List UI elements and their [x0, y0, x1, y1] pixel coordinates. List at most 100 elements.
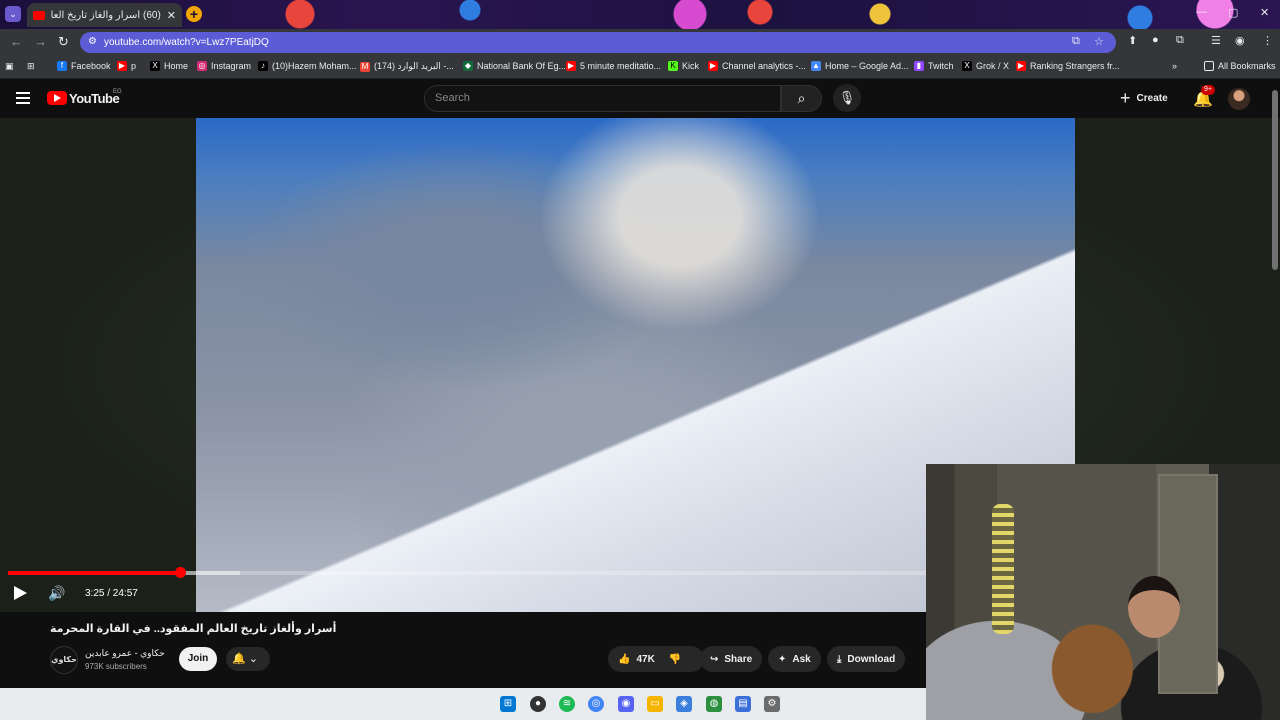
youtube-favicon-icon	[33, 10, 45, 20]
account-avatar[interactable]	[1228, 88, 1250, 110]
address-bar[interactable]: ⚙ youtube.com/watch?v=Lwz7PEatjDQ ⧉ ☆	[80, 32, 1116, 53]
create-button[interactable]: + Create	[1120, 85, 1178, 112]
back-arrow-icon[interactable]: ←	[10, 34, 23, 49]
browser-toolbar: ← → ↻ ⚙ youtube.com/watch?v=Lwz7PEatjDQ …	[0, 29, 1280, 55]
join-button[interactable]: Join	[179, 647, 217, 671]
bookmark-google-ads[interactable]: ▲ Home – Google Ad...	[811, 61, 909, 71]
app-circle-icon[interactable]: ●	[530, 696, 546, 712]
discord-icon[interactable]: ◉	[618, 696, 634, 712]
youtube-logo-icon[interactable]	[47, 91, 67, 105]
extension-circle-icon[interactable]: ●	[1152, 34, 1159, 46]
bookmark-star-icon[interactable]: ☆	[1094, 35, 1104, 48]
globe-app-icon[interactable]: ◍	[706, 696, 722, 712]
extension-pin-icon[interactable]: ⬆	[1128, 34, 1137, 47]
install-app-icon[interactable]: ⧉	[1072, 35, 1080, 48]
bookmark-label: 5 minute meditatio...	[580, 61, 662, 71]
download-label: Download	[847, 653, 896, 665]
bookmark-label: Grok / X	[976, 61, 1010, 71]
apps-grid-icon[interactable]: ⊞	[27, 61, 35, 72]
plus-icon: +	[1120, 88, 1131, 108]
bookmark-sidebar-icon[interactable]: ▣	[5, 61, 14, 72]
google-ads-icon: ▲	[811, 61, 821, 71]
scrubber-handle[interactable]	[174, 567, 186, 578]
share-icon: ↪	[710, 653, 719, 665]
webcam-overlay	[926, 464, 1280, 720]
subscription-bell-button[interactable]: 🔔 ⌄	[226, 647, 270, 671]
forward-arrow-icon[interactable]: →	[34, 34, 47, 49]
windows-start-icon[interactable]: ⊞	[500, 696, 516, 712]
dislike-icon[interactable]: 👎	[669, 654, 681, 665]
profile-avatar-icon[interactable]: ◉	[1235, 34, 1245, 47]
notifications-bell-icon[interactable]: 🔔 9+	[1193, 85, 1215, 109]
new-tab-button[interactable]: +	[186, 6, 202, 22]
menu-hamburger-icon[interactable]	[16, 92, 30, 104]
bookmark-gmail[interactable]: M (174) البريد الوارد -...	[360, 61, 454, 72]
spotify-icon[interactable]: ≋	[559, 696, 575, 712]
time-display: 3:25 / 24:57	[85, 588, 138, 599]
instagram-icon: ◎	[197, 61, 207, 71]
volume-icon[interactable]: 🔊	[48, 585, 65, 602]
bookmark-x-home[interactable]: X Home	[150, 61, 188, 71]
bookmark-nbe[interactable]: ◆ National Bank Of Eg...	[463, 61, 566, 71]
bookmark-label: (174) البريد الوارد -...	[374, 61, 454, 71]
tiktok-icon: ♪	[258, 61, 268, 71]
bookmark-ranking-strangers[interactable]: ▶ Ranking Strangers fr...	[1016, 61, 1120, 71]
play-icon[interactable]	[14, 586, 27, 600]
bookmark-tiktok[interactable]: ♪ (10)Hazem Moham...	[258, 61, 357, 71]
extensions-puzzle-icon[interactable]: ⧉	[1176, 34, 1184, 47]
site-info-icon[interactable]: ⚙	[88, 36, 97, 47]
bookmark-label: (10)Hazem Moham...	[272, 61, 357, 71]
bookmark-label: Ranking Strangers fr...	[1030, 61, 1120, 71]
page-scrollbar[interactable]	[1272, 90, 1278, 270]
reload-icon[interactable]: ↻	[58, 34, 69, 50]
youtube-icon: ▶	[117, 61, 127, 71]
kick-icon: K	[668, 61, 678, 71]
bookmarks-overflow-icon[interactable]: »	[1172, 61, 1177, 71]
media-controls-icon[interactable]: ☰	[1211, 34, 1221, 47]
bookmark-kick[interactable]: K Kick	[668, 61, 699, 71]
like-icon[interactable]: 👍	[618, 654, 630, 665]
all-bookmarks-folder[interactable]: All Bookmarks	[1204, 61, 1276, 71]
network-app-icon[interactable]: ◈	[676, 696, 692, 712]
bookmark-grok[interactable]: X Grok / X	[962, 61, 1009, 71]
bookmark-p[interactable]: ▶ p	[117, 61, 136, 71]
browser-menu-icon[interactable]: ⋮	[1262, 34, 1273, 47]
tab-title: (60) أسرار وألغاز تاريخ العالم المفقـ	[51, 9, 161, 21]
minimize-button[interactable]: —	[1196, 6, 1207, 18]
youtube-logo-text[interactable]: YouTube	[69, 91, 120, 106]
youtube-icon: ▶	[708, 61, 718, 71]
browser-tab-active[interactable]: (60) أسرار وألغاز تاريخ العالم المفقـ ✕	[27, 3, 182, 27]
share-label: Share	[724, 653, 753, 665]
x-icon: X	[962, 61, 972, 71]
bookmark-meditation[interactable]: ▶ 5 minute meditatio...	[566, 61, 661, 71]
file-explorer-icon[interactable]: ▭	[647, 696, 663, 712]
channel-avatar[interactable]: حكاوي	[50, 646, 78, 674]
progress-bar[interactable]	[8, 567, 926, 578]
bookmark-instagram[interactable]: ◎ Instagram	[197, 61, 251, 71]
bookmarks-bar: ▣ ⊞ f Facebook ▶ p X Home ◎ Instagram ♪ (10)H…	[0, 55, 1280, 79]
microphone-icon[interactable]: 🎙	[833, 84, 861, 112]
bookmark-facebook[interactable]: f Facebook	[57, 61, 111, 71]
download-button[interactable]: ⤓ Download	[827, 646, 906, 672]
bookmark-label: Home – Google Ad...	[825, 61, 909, 71]
search-icon[interactable]: ⌕	[781, 85, 822, 112]
chrome-icon[interactable]: ◎	[588, 696, 604, 712]
tab-search-button[interactable]: ⌄	[5, 6, 21, 22]
maximize-button[interactable]: ▢	[1228, 6, 1238, 19]
channel-name[interactable]: حكاوي - عمرو عابدين	[85, 648, 165, 659]
bookmark-twitch[interactable]: ▮ Twitch	[914, 61, 954, 71]
search-input[interactable]: Search	[424, 85, 781, 112]
bookmark-channel-analytics[interactable]: ▶ Channel analytics -...	[708, 61, 806, 71]
share-button[interactable]: ↪ Share	[700, 646, 763, 672]
country-code: EG	[113, 89, 122, 95]
close-window-button[interactable]: ✕	[1260, 6, 1269, 19]
bookmark-label: Home	[164, 61, 189, 71]
twitch-icon: ▮	[914, 61, 924, 71]
notepad-icon[interactable]: ▤	[735, 696, 751, 712]
tab-close-icon[interactable]: ✕	[167, 9, 176, 22]
settings-gear-icon[interactable]: ⚙	[764, 696, 780, 712]
ask-button[interactable]: ✦ Ask	[768, 646, 821, 672]
bookmark-label: Facebook	[71, 61, 111, 71]
bookmark-label: All Bookmarks	[1218, 61, 1276, 71]
like-count[interactable]: 47K	[636, 654, 654, 665]
